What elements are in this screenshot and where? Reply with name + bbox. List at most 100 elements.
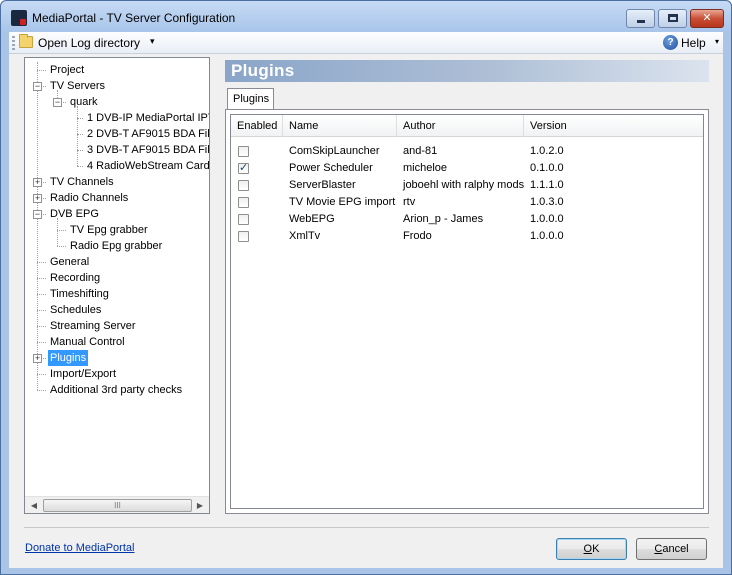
donate-link[interactable]: Donate to MediaPortal (25, 542, 134, 554)
cell-version: 1.0.2.0 (530, 145, 564, 157)
tree-item-label: 3 DVB-T AF9015 BDA Filter (87, 144, 209, 156)
tree-connector (57, 230, 66, 231)
cell-author: Frodo (403, 230, 432, 242)
tree-item[interactable]: 1 DVB-IP MediaPortal IPTV (25, 110, 209, 126)
open-log-directory-menu[interactable]: Open Log directory (38, 36, 140, 50)
collapse-icon[interactable]: − (33, 82, 42, 91)
maximize-button[interactable] (658, 9, 687, 28)
tree-item-label: Radio Epg grabber (70, 240, 163, 252)
tree-item[interactable]: Radio Epg grabber (25, 238, 209, 254)
scroll-left-icon[interactable]: ◀ (27, 499, 41, 512)
tree-item[interactable]: + Radio Channels (25, 190, 209, 206)
ok-mnemonic: O (583, 543, 593, 555)
enabled-checkbox[interactable] (238, 231, 249, 242)
tree-item[interactable]: Timeshifting (25, 286, 209, 302)
tree-connector (37, 310, 46, 311)
help-menu[interactable]: Help (681, 36, 706, 50)
tree-item[interactable]: Project (25, 62, 209, 78)
column-header-author[interactable]: Author (397, 115, 524, 137)
tree-horizontal-scrollbar[interactable]: ◀ III ▶ (25, 496, 209, 513)
table-row[interactable]: Power Scheduler micheloe 0.1.0.0 (231, 160, 703, 177)
tree-item[interactable]: + TV Channels (25, 174, 209, 190)
expand-icon[interactable]: + (33, 354, 42, 363)
tree-item[interactable]: 2 DVB-T AF9015 BDA Filter (25, 126, 209, 142)
tree-item[interactable]: Streaming Server (25, 318, 209, 334)
cell-version: 1.0.0.0 (530, 230, 564, 242)
toolbar-grip-icon[interactable] (12, 36, 15, 50)
maximize-icon (668, 14, 678, 22)
tree-item[interactable]: − TV Servers (25, 78, 209, 94)
tree-item[interactable]: − DVB EPG (25, 206, 209, 222)
tree-item[interactable]: − quark (25, 94, 209, 110)
enabled-checkbox[interactable] (238, 161, 249, 174)
tab-plugins[interactable]: Plugins (227, 88, 274, 110)
tree-item[interactable]: + Plugins (25, 350, 209, 366)
tree-item[interactable]: Import/Export (25, 366, 209, 382)
column-header-name[interactable]: Name (283, 115, 397, 137)
table-row[interactable]: WebEPG Arion_p - James 1.0.0.0 (231, 211, 703, 228)
cell-name: ComSkipLauncher (289, 145, 380, 157)
cell-author: joboehl with ralphy mods (403, 179, 525, 191)
tree-item[interactable]: Additional 3rd party checks (25, 382, 209, 398)
tree-item[interactable]: Recording (25, 270, 209, 286)
tree-connector (37, 390, 46, 391)
tree-connector (37, 262, 46, 263)
tree-connector (57, 246, 66, 247)
ok-button[interactable]: OK (556, 538, 627, 560)
table-row[interactable]: TV Movie EPG import rtv 1.0.3.0 (231, 194, 703, 211)
scroll-right-icon[interactable]: ▶ (193, 499, 207, 512)
tree-item-label: Manual Control (50, 336, 125, 348)
app-window: MediaPortal - TV Server Configuration ✕ … (0, 0, 732, 575)
help-icon[interactable]: ? (663, 35, 678, 50)
tree-item-label: TV Channels (50, 176, 114, 188)
tree-item-label: Schedules (50, 304, 102, 316)
column-header-enabled[interactable]: Enabled (231, 115, 283, 137)
cell-version: 1.0.3.0 (530, 196, 564, 208)
close-button[interactable]: ✕ (690, 9, 724, 28)
tree-connector (37, 374, 46, 375)
tree-item[interactable]: 4 RadioWebStream Card (25, 158, 209, 174)
tree-item[interactable]: TV Epg grabber (25, 222, 209, 238)
expand-icon[interactable]: + (33, 178, 42, 187)
enabled-checkbox[interactable] (238, 180, 249, 191)
enabled-checkbox[interactable] (238, 146, 249, 157)
plugins-list[interactable]: Enabled Name Author Version ComSkipLaunc… (230, 114, 704, 509)
mediaportal-app-icon (11, 10, 27, 26)
tree-item-label: 2 DVB-T AF9015 BDA Filter (87, 128, 209, 140)
tree-content: Project − TV Servers − quark 1 DVB-IP MediaPo… (25, 58, 209, 496)
cancel-button[interactable]: Cancel (636, 538, 707, 560)
tree-item-label: Recording (50, 272, 101, 284)
open-log-dropdown-icon[interactable]: ▾ (150, 36, 155, 47)
expand-icon[interactable]: + (33, 194, 42, 203)
collapse-icon[interactable]: − (53, 98, 62, 107)
enabled-checkbox[interactable] (238, 214, 249, 225)
enabled-checkbox[interactable] (238, 197, 249, 208)
plugins-list-header: Enabled Name Author Version (231, 115, 703, 137)
table-row[interactable]: ServerBlaster joboehl with ralphy mods 1.1… (231, 177, 703, 194)
table-row[interactable]: XmlTv Frodo 1.0.0.0 (231, 228, 703, 245)
tree-connector (77, 134, 83, 135)
table-row[interactable]: ComSkipLauncher and-81 1.0.2.0 (231, 143, 703, 160)
minimize-icon (637, 20, 645, 23)
scroll-thumb[interactable]: III (43, 499, 192, 512)
navigation-tree[interactable]: Project − TV Servers − quark 1 DVB-IP MediaPo… (24, 57, 210, 514)
tree-connector (77, 166, 83, 167)
column-header-version[interactable]: Version (524, 115, 703, 137)
tree-connector (37, 342, 46, 343)
cell-version: 0.1.0.0 (530, 162, 564, 174)
cell-name: Power Scheduler (289, 162, 373, 174)
cell-name: XmlTv (289, 230, 321, 242)
help-dropdown-icon[interactable]: ▾ (715, 37, 719, 46)
minimize-button[interactable] (626, 9, 655, 28)
title-bar[interactable]: MediaPortal - TV Server Configuration ✕ (1, 1, 731, 32)
tree-item[interactable]: Manual Control (25, 334, 209, 350)
tree-item-label: 4 RadioWebStream Card (87, 160, 209, 172)
section-heading-bar: Plugins (225, 60, 709, 82)
tree-item[interactable]: General (25, 254, 209, 270)
tree-item-label: Plugins (48, 350, 89, 366)
tree-item[interactable]: Schedules (25, 302, 209, 318)
client-area: Open Log directory ▾ ? Help ▾ Project − TV… (9, 32, 723, 568)
collapse-icon[interactable]: − (33, 210, 42, 219)
menu-bar: Open Log directory ▾ ? Help ▾ (9, 32, 723, 54)
tree-item[interactable]: 3 DVB-T AF9015 BDA Filter (25, 142, 209, 158)
